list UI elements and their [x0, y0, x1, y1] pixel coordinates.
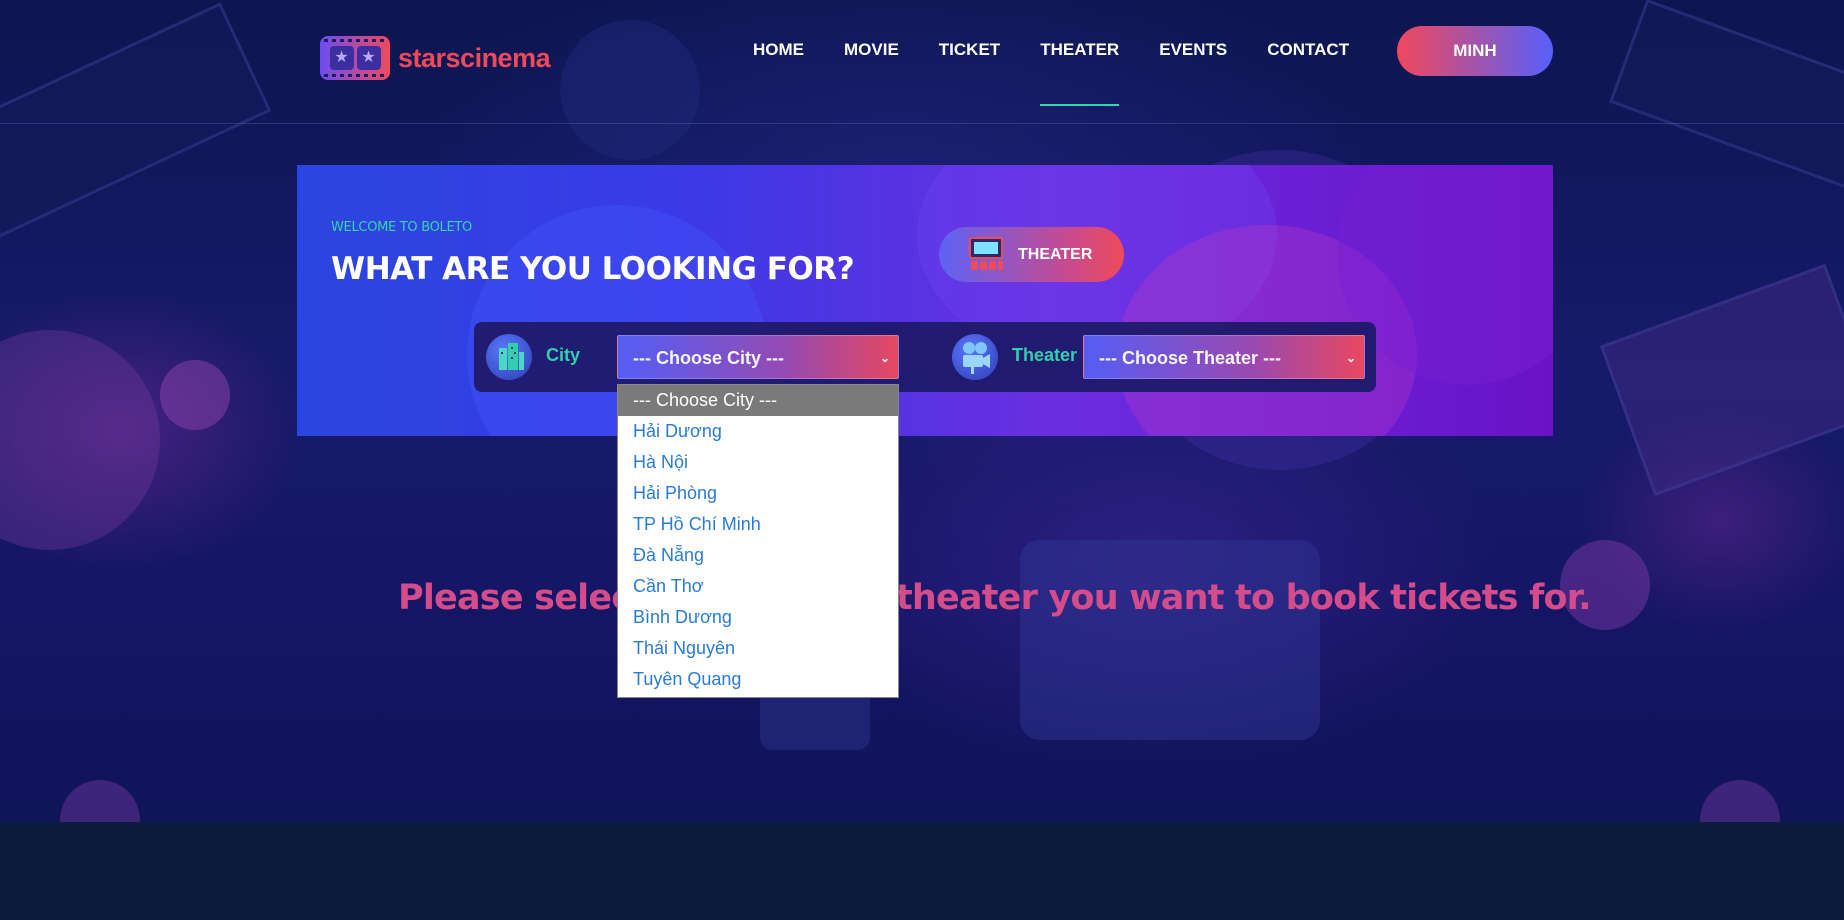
theater-category-button[interactable]: THEATER: [939, 227, 1124, 282]
nav-item-home[interactable]: HOME: [753, 38, 804, 106]
star-icon: ★: [356, 46, 381, 70]
film-camera-icon: [952, 334, 998, 380]
search-banner: WELCOME TO BOLETO WHAT ARE YOU LOOKING F…: [297, 165, 1553, 436]
city-option[interactable]: Tuyên Quang: [618, 664, 898, 695]
city-option[interactable]: Thái Nguyên: [618, 633, 898, 664]
search-bar: City --- Choose City --- ⌄ Theater --- C…: [474, 322, 1376, 392]
main-nav: HOME MOVIE TICKET THEATER EVENTS CONTACT: [753, 38, 1389, 106]
city-select[interactable]: --- Choose City --- ⌄: [617, 335, 899, 379]
nav-item-ticket[interactable]: TICKET: [939, 38, 1000, 106]
theater-screen-icon: [967, 236, 1005, 274]
theater-category-label: THEATER: [1018, 245, 1093, 263]
city-option[interactable]: Hà Nội: [618, 447, 898, 478]
city-option[interactable]: TP Hồ Chí Minh: [618, 509, 898, 540]
welcome-text: WELCOME TO BOLETO: [331, 220, 472, 235]
theater-select[interactable]: --- Choose Theater --- ⌄: [1083, 335, 1365, 379]
city-option[interactable]: Hải Dương: [618, 416, 898, 447]
nav-item-events[interactable]: EVENTS: [1159, 38, 1227, 106]
star-icon: ★: [329, 46, 354, 70]
theater-select-value: --- Choose Theater ---: [1099, 348, 1281, 368]
nav-item-movie[interactable]: MOVIE: [844, 38, 899, 106]
logo-ticket-icon: ★ ★: [320, 36, 390, 80]
city-dropdown-list: --- Choose City --- Hải Dương Hà Nội Hải…: [617, 384, 899, 698]
city-select-value: --- Choose City ---: [633, 348, 784, 368]
user-account-button[interactable]: MINH: [1397, 26, 1553, 76]
nav-item-contact[interactable]: CONTACT: [1267, 38, 1349, 106]
footer-bar: [0, 822, 1844, 920]
instruction-message: Please select the city and theater you w…: [398, 578, 1592, 618]
site-header: ★ ★ starscinema HOME MOVIE TICKET THEATE…: [0, 0, 1844, 124]
city-option[interactable]: --- Choose City ---: [618, 385, 898, 416]
brand-name: starscinema: [398, 42, 551, 73]
page-title: WHAT ARE YOU LOOKING FOR?: [331, 251, 855, 287]
city-option[interactable]: Cần Thơ: [618, 571, 898, 602]
city-label: City: [546, 345, 581, 365]
city-buildings-icon: [486, 334, 532, 380]
chevron-down-icon: ⌄: [1345, 351, 1356, 365]
chevron-down-icon: ⌄: [879, 351, 890, 365]
city-option[interactable]: Hải Phòng: [618, 478, 898, 509]
nav-item-theater[interactable]: THEATER: [1040, 38, 1120, 106]
theater-label: Theater: [1012, 345, 1078, 365]
city-option[interactable]: Bình Dương: [618, 602, 898, 633]
city-option[interactable]: Đà Nẵng: [618, 540, 898, 571]
logo[interactable]: ★ ★ starscinema: [320, 36, 551, 80]
